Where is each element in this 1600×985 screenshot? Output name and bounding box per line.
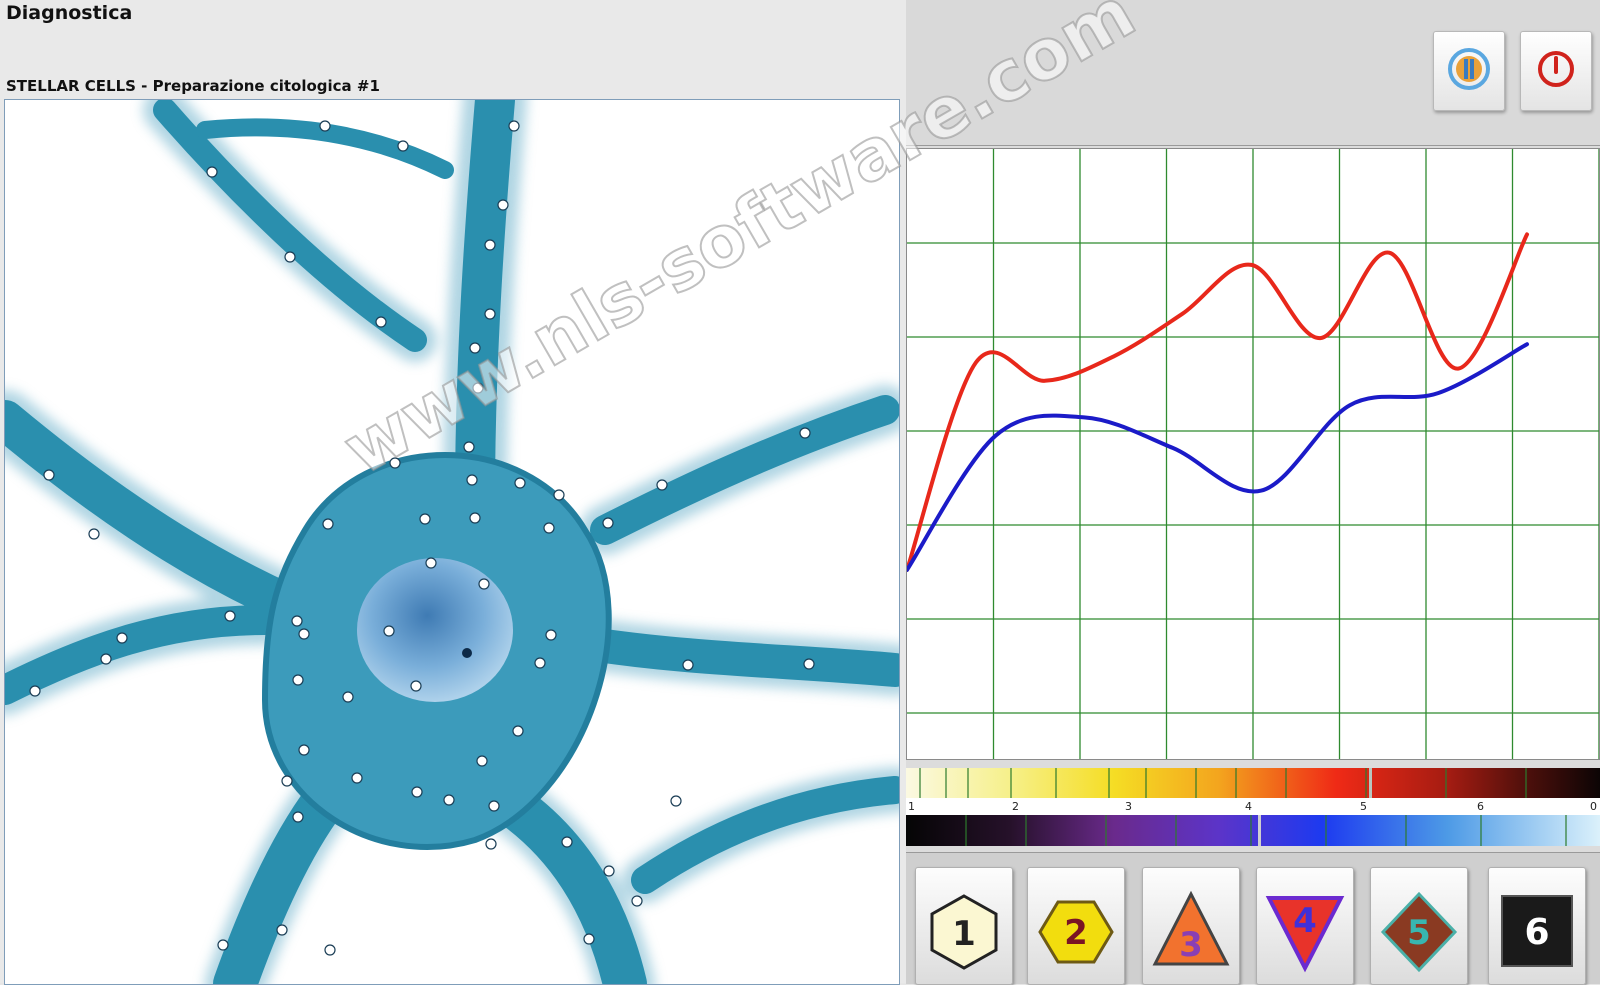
shape-number: 2 bbox=[1064, 913, 1088, 953]
app-title: Diagnostica bbox=[6, 2, 133, 24]
blue-series-line bbox=[905, 342, 1529, 572]
hexagon-icon: 1 bbox=[930, 894, 998, 970]
diagnostic-graph bbox=[905, 148, 1600, 760]
scale-label: 5 bbox=[1360, 800, 1367, 813]
chart-grid bbox=[907, 149, 1600, 759]
diamond-icon: 5 bbox=[1380, 891, 1458, 973]
shape-button-4[interactable]: 4 bbox=[1256, 867, 1354, 985]
scale-label: 3 bbox=[1125, 800, 1132, 813]
square-icon: 6 bbox=[1501, 895, 1573, 967]
shape-number: 4 bbox=[1293, 901, 1317, 941]
power-icon bbox=[1538, 51, 1574, 87]
shape-button-2[interactable]: 2 bbox=[1027, 867, 1125, 985]
scale-labels: 1 2 3 4 5 6 0 bbox=[906, 800, 1600, 814]
left-panel: Diagnostica STELLAR CELLS - Preparazione… bbox=[0, 0, 907, 985]
triangle-icon: 3 bbox=[1152, 890, 1230, 966]
scale-label: 2 bbox=[1012, 800, 1019, 813]
line-chart bbox=[905, 149, 1600, 759]
shape-button-6[interactable]: 6 bbox=[1488, 867, 1586, 985]
scale-label: 6 bbox=[1477, 800, 1484, 813]
shape-number: 5 bbox=[1407, 913, 1431, 953]
sound-wave-icon bbox=[1448, 48, 1490, 90]
top-toolbar bbox=[906, 0, 1600, 146]
red-series-line bbox=[905, 232, 1529, 572]
right-panel: 1 2 3 4 5 6 0 1 2 3 4 5 6 bbox=[905, 0, 1600, 985]
image-caption: STELLAR CELLS - Preparazione citologica … bbox=[6, 77, 380, 95]
shape-number: 3 bbox=[1179, 925, 1203, 965]
shape-button-bar: 1 2 3 4 5 6 bbox=[906, 852, 1600, 985]
shape-button-3[interactable]: 3 bbox=[1142, 867, 1240, 985]
scale-label: 1 bbox=[908, 800, 915, 813]
hexagon-icon: 2 bbox=[1038, 900, 1114, 964]
stellar-cell-image bbox=[5, 100, 899, 984]
power-button[interactable] bbox=[1520, 31, 1592, 111]
scale-label: 0 bbox=[1590, 800, 1597, 813]
scale-label: 4 bbox=[1245, 800, 1252, 813]
cell-image-frame bbox=[4, 99, 900, 985]
shape-number: 1 bbox=[952, 914, 976, 954]
inverted-triangle-icon: 4 bbox=[1265, 896, 1345, 973]
shape-number: 6 bbox=[1524, 912, 1549, 953]
sound-wave-button[interactable] bbox=[1433, 31, 1505, 111]
shape-button-5[interactable]: 5 bbox=[1370, 867, 1468, 985]
shape-button-1[interactable]: 1 bbox=[915, 867, 1013, 985]
